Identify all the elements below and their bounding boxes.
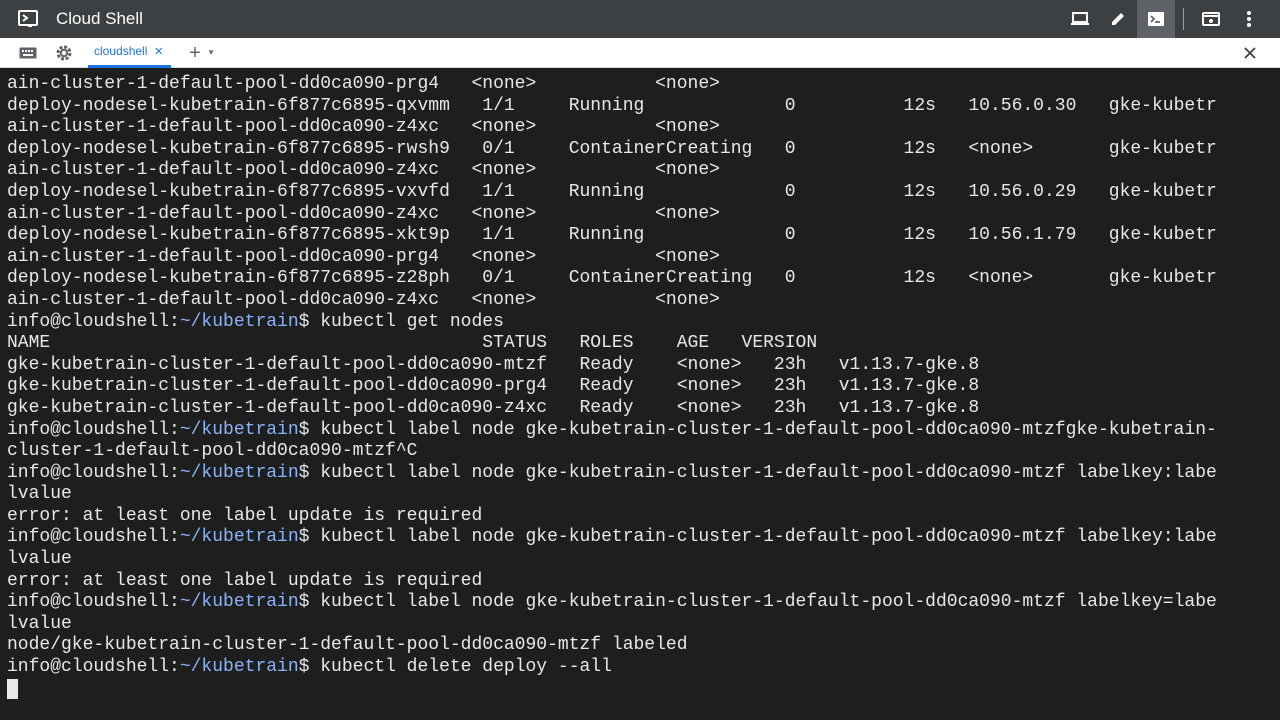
prompt-command: $ kubectl label node gke-kubetrain-clust… <box>298 592 1217 613</box>
terminal-line: ain-cluster-1-default-pool-dd0ca090-prg4… <box>7 74 720 94</box>
tab-label: cloudshell <box>94 44 148 58</box>
terminal-line: lvalue <box>7 549 72 570</box>
prompt-path: ~/kubetrain <box>179 592 299 613</box>
add-tab-button[interactable]: + ▾ <box>189 43 213 63</box>
terminal-cursor <box>7 678 18 699</box>
terminal-line: lvalue <box>7 613 72 634</box>
add-icon: + <box>189 41 201 64</box>
terminal-line: node/gke-kubetrain-cluster-1-default-poo… <box>7 635 688 656</box>
close-tab-icon[interactable]: × <box>154 44 163 59</box>
preview-icon[interactable] <box>1192 0 1230 38</box>
terminal-line: NAME STATUS ROLES AGE VERSION <box>7 333 818 354</box>
terminal-prompt-line: info@cloudshell:~/kubetrain$ kubectl lab… <box>7 463 1280 485</box>
prompt-user: info@cloudshell: <box>7 592 180 613</box>
prompt-path: ~/kubetrain <box>179 419 299 440</box>
prompt-path: ~/kubetrain <box>179 311 299 332</box>
prompt-path: ~/kubetrain <box>179 462 299 483</box>
terminal-prompt-line: info@cloudshell:~/kubetrain$ kubectl lab… <box>7 420 1280 442</box>
prompt-command: $ kubectl label node gke-kubetrain-clust… <box>298 527 1217 548</box>
more-vert-icon[interactable] <box>1230 0 1268 38</box>
prompt-path: ~/kubetrain <box>179 527 299 548</box>
prompt-command: $ kubectl get nodes <box>298 311 504 332</box>
keyboard-icon[interactable] <box>10 38 46 68</box>
terminal-line: ain-cluster-1-default-pool-dd0ca090-z4xc… <box>7 117 720 138</box>
terminal-line: cluster-1-default-pool-dd0ca090-mtzf^C <box>7 441 418 462</box>
terminal-line: error: at least one label update is requ… <box>7 570 483 591</box>
prompt-command: $ kubectl label node gke-kubetrain-clust… <box>298 462 1217 483</box>
settings-gear-icon[interactable] <box>46 38 82 68</box>
close-shell-icon[interactable] <box>1230 38 1270 68</box>
terminal-line: ain-cluster-1-default-pool-dd0ca090-z4xc… <box>7 203 720 224</box>
terminal-line: deploy-nodesel-kubetrain-6f877c6895-qxvm… <box>7 95 1217 116</box>
terminal-line: error: at least one label update is requ… <box>7 505 483 526</box>
prompt-user: info@cloudshell: <box>7 311 180 332</box>
terminal-line: ain-cluster-1-default-pool-dd0ca090-prg4… <box>7 246 720 267</box>
terminal-prompt-line: info@cloudshell:~/kubetrain$ kubectl del… <box>7 657 1280 679</box>
prompt-command: $ kubectl delete deploy --all <box>298 657 612 678</box>
edit-icon[interactable] <box>1099 0 1137 38</box>
prompt-user: info@cloudshell: <box>7 419 180 440</box>
session-tab-bar: cloudshell × + ▾ <box>0 38 1280 68</box>
terminal-line: lvalue <box>7 484 72 505</box>
terminal-cursor-line <box>7 678 1280 701</box>
cloud-shell-logo-icon <box>0 0 56 38</box>
terminal-line: gke-kubetrain-cluster-1-default-pool-dd0… <box>7 376 980 397</box>
terminal-line: ain-cluster-1-default-pool-dd0ca090-z4xc… <box>7 289 720 310</box>
chevron-down-icon: ▾ <box>208 47 214 57</box>
terminal-lines: ain-cluster-1-default-pool-dd0ca090-prg4… <box>7 74 1280 700</box>
terminal-line: deploy-nodesel-kubetrain-6f877c6895-xkt9… <box>7 225 1217 246</box>
prompt-user: info@cloudshell: <box>7 527 180 548</box>
terminal-line: ain-cluster-1-default-pool-dd0ca090-z4xc… <box>7 160 720 181</box>
prompt-user: info@cloudshell: <box>7 462 180 483</box>
app-title: Cloud Shell <box>56 9 143 28</box>
terminal-line: deploy-nodesel-kubetrain-6f877c6895-z28p… <box>7 268 1217 289</box>
prompt-command: $ kubectl label node gke-kubetrain-clust… <box>298 419 1217 440</box>
terminal-line: gke-kubetrain-cluster-1-default-pool-dd0… <box>7 397 980 418</box>
terminal-icon[interactable] <box>1137 0 1175 38</box>
terminal-prompt-line: info@cloudshell:~/kubetrain$ kubectl get… <box>7 312 1280 334</box>
terminal-line: deploy-nodesel-kubetrain-6f877c6895-rwsh… <box>7 138 1217 159</box>
header-divider <box>1183 8 1184 30</box>
terminal-prompt-line: info@cloudshell:~/kubetrain$ kubectl lab… <box>7 527 1280 549</box>
laptop-icon[interactable] <box>1061 0 1099 38</box>
terminal-output[interactable]: ain-cluster-1-default-pool-dd0ca090-prg4… <box>0 68 1280 720</box>
cloud-shell-header: Cloud Shell <box>0 0 1280 38</box>
prompt-user: info@cloudshell: <box>7 657 180 678</box>
tab-cloudshell[interactable]: cloudshell × <box>88 38 172 68</box>
terminal-line: gke-kubetrain-cluster-1-default-pool-dd0… <box>7 354 980 375</box>
prompt-path: ~/kubetrain <box>179 657 299 678</box>
terminal-line: deploy-nodesel-kubetrain-6f877c6895-vxvf… <box>7 181 1217 202</box>
terminal-prompt-line: info@cloudshell:~/kubetrain$ kubectl lab… <box>7 592 1280 614</box>
